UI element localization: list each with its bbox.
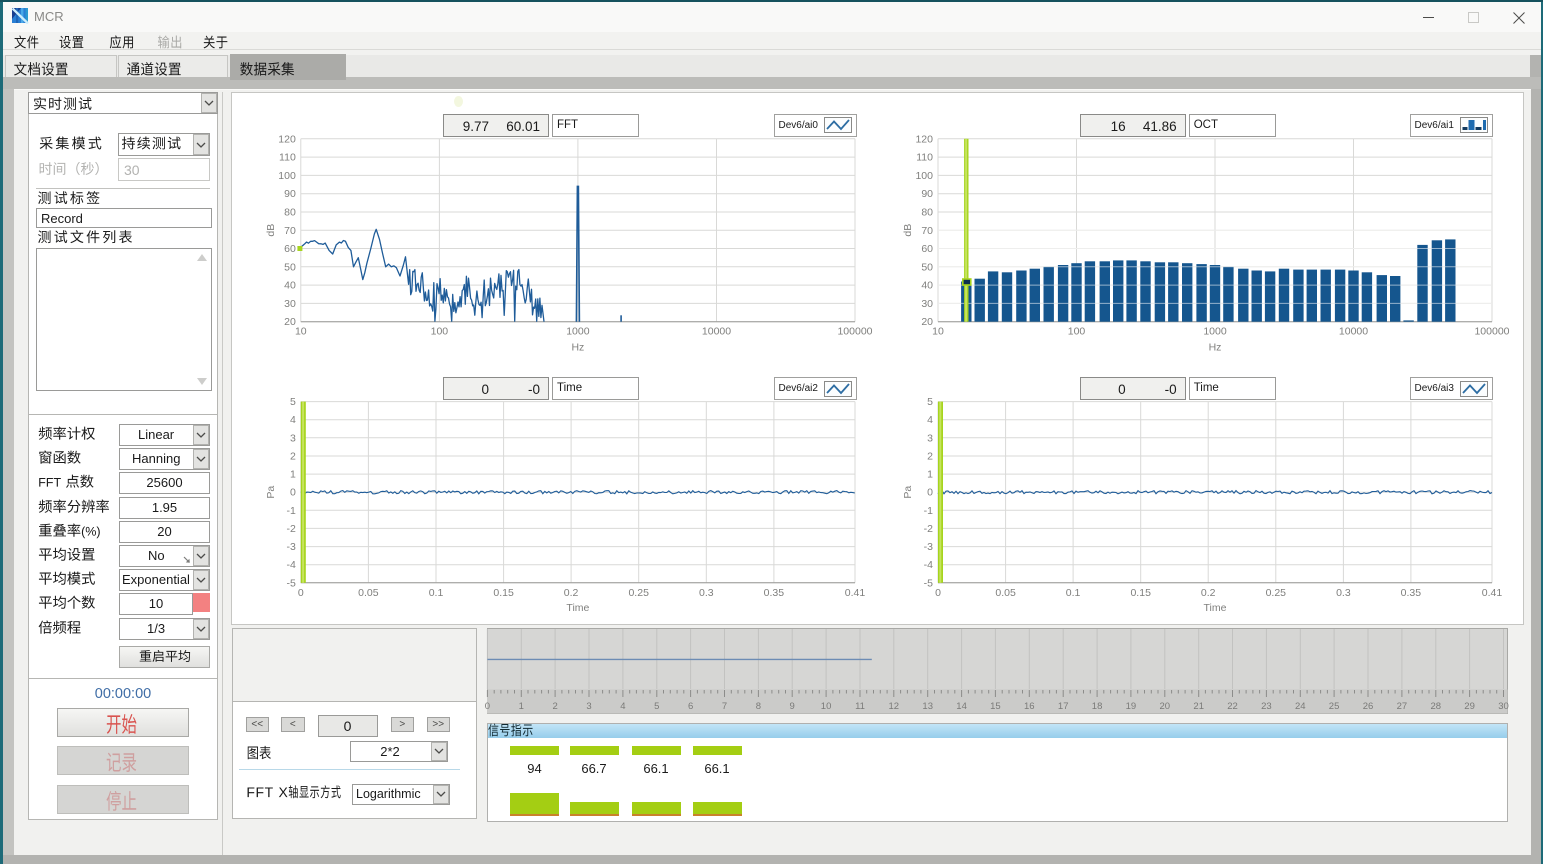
svg-text:20: 20 bbox=[1160, 701, 1171, 712]
svg-text:3: 3 bbox=[586, 701, 591, 712]
svg-text:29: 29 bbox=[1464, 701, 1475, 712]
svg-text:11: 11 bbox=[855, 701, 865, 712]
svg-text:6: 6 bbox=[688, 701, 693, 712]
svg-text:24: 24 bbox=[1295, 701, 1306, 712]
svg-text:18: 18 bbox=[1092, 701, 1103, 712]
svg-text:13: 13 bbox=[922, 701, 933, 712]
svg-text:14: 14 bbox=[956, 701, 967, 712]
svg-text:25: 25 bbox=[1329, 701, 1340, 712]
svg-text:16: 16 bbox=[1024, 701, 1035, 712]
svg-text:30: 30 bbox=[1498, 701, 1509, 712]
svg-text:15: 15 bbox=[990, 701, 1001, 712]
svg-text:28: 28 bbox=[1431, 701, 1442, 712]
svg-text:12: 12 bbox=[889, 701, 900, 712]
svg-text:22: 22 bbox=[1227, 701, 1238, 712]
svg-text:27: 27 bbox=[1397, 701, 1408, 712]
svg-text:5: 5 bbox=[654, 701, 659, 712]
svg-text:17: 17 bbox=[1058, 701, 1069, 712]
svg-text:0: 0 bbox=[485, 701, 490, 712]
svg-text:9: 9 bbox=[790, 701, 795, 712]
svg-text:21: 21 bbox=[1193, 701, 1204, 712]
svg-text:19: 19 bbox=[1126, 701, 1137, 712]
svg-text:7: 7 bbox=[722, 701, 727, 712]
svg-text:23: 23 bbox=[1261, 701, 1272, 712]
svg-text:1: 1 bbox=[519, 701, 524, 712]
svg-text:10: 10 bbox=[821, 701, 832, 712]
svg-text:2: 2 bbox=[552, 701, 557, 712]
svg-text:8: 8 bbox=[756, 701, 761, 712]
svg-text:26: 26 bbox=[1363, 701, 1374, 712]
svg-text:4: 4 bbox=[620, 701, 625, 712]
